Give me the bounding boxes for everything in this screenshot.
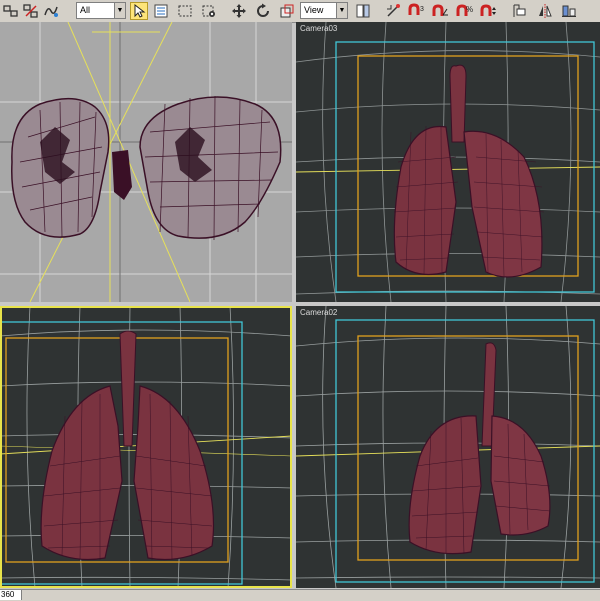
reference-coord-value: View: [304, 5, 324, 15]
lungs-camera02-mesh: [408, 342, 551, 555]
use-pivot-center-icon[interactable]: [354, 2, 372, 20]
viewport-top[interactable]: [0, 22, 292, 302]
main-toolbar: All ▼ View ▼ 3 %: [0, 0, 600, 23]
mirror-icon[interactable]: [536, 2, 554, 20]
lungs-camera03-mesh: [393, 64, 545, 278]
select-filter-value: All: [80, 5, 91, 15]
top-view-canvas: [0, 22, 292, 302]
spinner-snap-icon[interactable]: [480, 2, 498, 20]
select-object-icon[interactable]: [130, 2, 148, 20]
frame-counter[interactable]: 360: [0, 590, 22, 600]
select-and-manipulate-icon[interactable]: [384, 2, 402, 20]
lungs-front-mesh: [40, 330, 215, 561]
svg-text:3: 3: [420, 6, 424, 13]
rect-selection-region-icon[interactable]: [176, 2, 194, 20]
snap-3d-icon[interactable]: 3: [408, 2, 426, 20]
viewport-label: Camera03: [300, 24, 338, 33]
select-and-rotate-icon[interactable]: [254, 2, 272, 20]
window-crossing-icon[interactable]: [200, 2, 218, 20]
svg-text:%: %: [466, 5, 473, 14]
select-by-name-icon[interactable]: [152, 2, 170, 20]
select-and-move-icon[interactable]: [230, 2, 248, 20]
lung-top-right-mesh: [139, 95, 282, 241]
angle-snap-icon[interactable]: [432, 2, 450, 20]
select-filter-dropdown[interactable]: All ▼: [76, 2, 126, 19]
select-and-scale-icon[interactable]: [278, 2, 296, 20]
unlink-icon[interactable]: [22, 2, 40, 20]
link-icon[interactable]: [2, 2, 20, 20]
chevron-down-icon: ▼: [336, 3, 347, 18]
chevron-down-icon: ▼: [114, 3, 125, 18]
reference-coord-dropdown[interactable]: View ▼: [300, 2, 348, 19]
align-icon[interactable]: [560, 2, 578, 20]
camera02-canvas: [296, 306, 600, 588]
lung-top-left-mesh: [11, 98, 110, 238]
viewport-camera03[interactable]: Camera03: [296, 22, 600, 302]
percent-snap-icon[interactable]: %: [456, 2, 474, 20]
viewport-label: Camera02: [300, 308, 338, 317]
front-view-canvas: [0, 306, 292, 588]
named-selection-icon[interactable]: [510, 2, 528, 20]
status-bar: 360: [0, 589, 600, 601]
camera03-canvas: [296, 22, 600, 302]
viewport-camera02[interactable]: Camera02: [296, 306, 600, 588]
bind-space-warp-icon[interactable]: [42, 2, 60, 20]
viewport-front-active[interactable]: [0, 306, 292, 588]
